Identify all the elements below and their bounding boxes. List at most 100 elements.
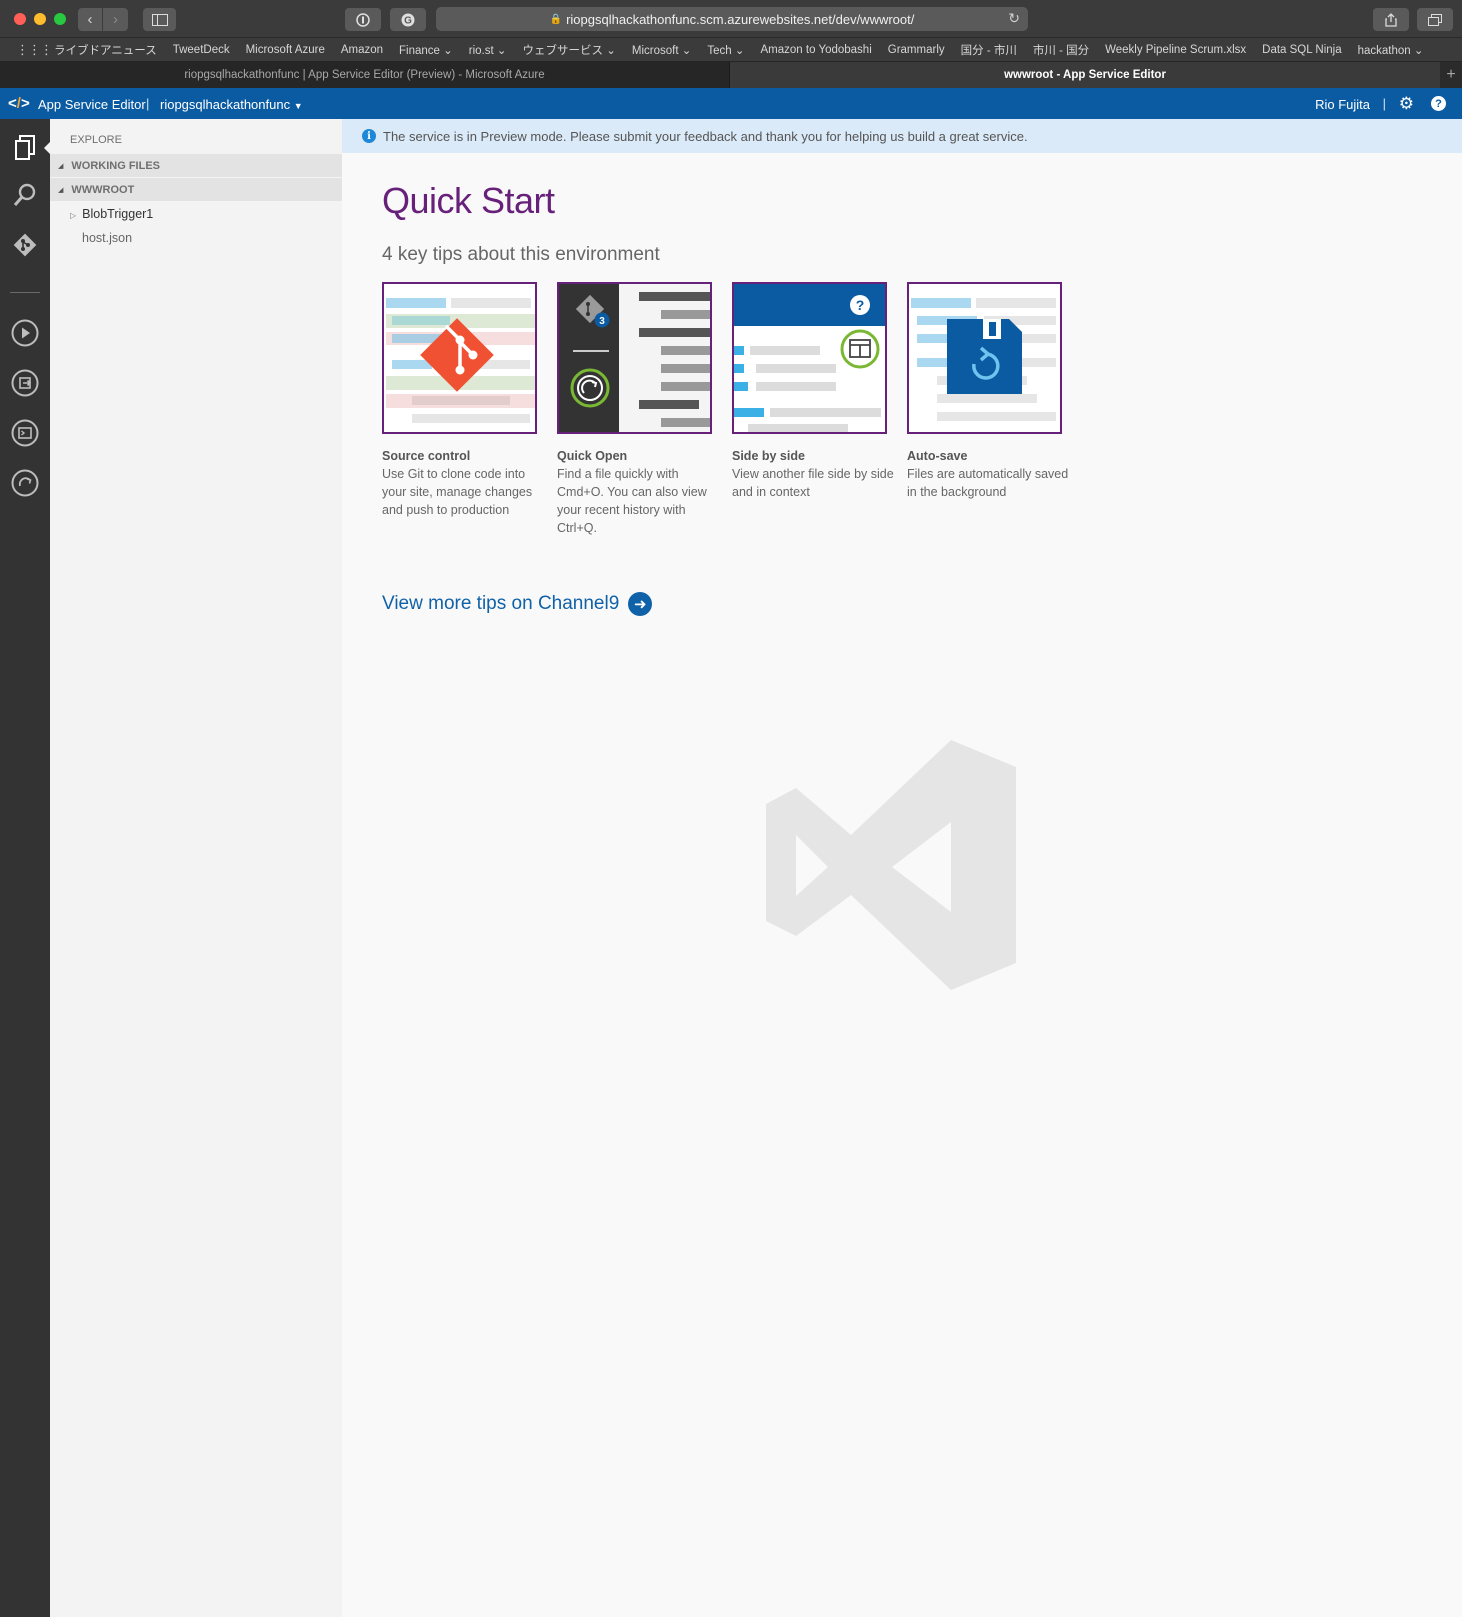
bookmark-item[interactable]: Finance ⌄: [399, 43, 453, 57]
source-control-illustration: [386, 298, 535, 423]
side-by-side-illustration: ?: [734, 284, 885, 432]
bookmark-item[interactable]: Microsoft Azure: [246, 44, 325, 56]
zoom-window-button[interactable]: [54, 13, 66, 25]
bookmark-item[interactable]: Grammarly: [888, 44, 945, 56]
help-icon[interactable]: ?: [1431, 96, 1446, 111]
tip-title: Quick Open: [557, 449, 628, 463]
header-divider-right: |: [1382, 96, 1386, 111]
grammarly-extension-button[interactable]: G: [390, 8, 426, 31]
share-icon: [1385, 12, 1397, 27]
tab-azure-portal[interactable]: riopgsqlhackathonfunc | App Service Edit…: [0, 62, 730, 88]
sidebar-toggle-button[interactable]: [143, 8, 176, 31]
tree-folder-blobtrigger1[interactable]: ▷ BlobTrigger1: [70, 207, 153, 221]
tip-title: Auto-save: [907, 449, 968, 463]
tab-app-service-editor[interactable]: wwwroot - App Service Editor: [730, 62, 1440, 88]
channel9-link-text: View more tips on Channel9: [382, 593, 620, 614]
info-icon: i: [362, 129, 376, 143]
reload-icon[interactable]: ↻: [1008, 10, 1020, 27]
header-divider: |: [146, 96, 150, 111]
bookmark-item[interactable]: TweetDeck: [173, 44, 230, 56]
bookmark-item[interactable]: rio.st ⌄: [469, 43, 507, 57]
tip-description: Use Git to clone code into your site, ma…: [382, 467, 533, 517]
bookmarks-bar: ⋮⋮⋮ ライブドアニュース TweetDeck Microsoft Azure Ama…: [0, 38, 1462, 62]
password-extension-button[interactable]: [345, 8, 381, 31]
tree-item-label: BlobTrigger1: [82, 207, 154, 221]
browser-tabbar: riopgsqlhackathonfunc | App Service Edit…: [0, 62, 1462, 88]
activity-divider: [10, 292, 40, 293]
grammarly-icon: G: [401, 13, 415, 26]
visual-studio-watermark-icon: [766, 740, 1016, 990]
wwwroot-section[interactable]: ◢ WWWROOT: [50, 178, 342, 201]
git-badge-count: 3: [599, 316, 605, 327]
bookmark-item[interactable]: Amazon to Yodobashi: [761, 44, 872, 56]
bookmark-item[interactable]: Microsoft ⌄: [632, 43, 691, 57]
tabs-overview-button[interactable]: [1417, 8, 1453, 31]
channel9-link[interactable]: View more tips on Channel9 ➜: [382, 592, 653, 616]
working-files-section[interactable]: ◢ WORKING FILES: [50, 154, 342, 177]
tip-tile-auto-save: [907, 282, 1062, 434]
app-header: </> App Service Editor | riopgsqlhackath…: [0, 88, 1462, 119]
sidebar-icon: [151, 13, 168, 26]
explore-heading: EXPLORE: [70, 134, 122, 146]
share-button[interactable]: [1373, 8, 1409, 31]
tip-caption-side-by-side: Side by side View another file side by s…: [732, 447, 902, 501]
expand-triangle-icon: ▷: [70, 211, 77, 220]
tip-tile-side-by-side: ?: [732, 282, 887, 434]
page-subtitle: 4 key tips about this environment: [382, 244, 660, 265]
collapse-triangle-icon: ◢: [58, 186, 64, 194]
working-files-label: WORKING FILES: [71, 159, 160, 172]
bookmark-item[interactable]: ウェブサービス ⌄: [523, 42, 616, 58]
quick-open-icon[interactable]: [10, 468, 40, 498]
bookmark-item[interactable]: hackathon ⌄: [1358, 43, 1424, 57]
password-manager-icon: [356, 12, 370, 27]
bookmark-item[interactable]: Tech ⌄: [707, 43, 744, 57]
svg-text:G: G: [404, 15, 412, 26]
new-tab-button[interactable]: +: [1440, 62, 1462, 88]
site-name: riopgsqlhackathonfunc: [160, 97, 291, 112]
app-title[interactable]: App Service Editor: [38, 97, 146, 112]
tip-title: Source control: [382, 449, 471, 463]
banner-text: The service is in Preview mode. Please s…: [383, 128, 1028, 144]
tip-title: Side by side: [732, 449, 805, 463]
address-bar[interactable]: 🔒 riopgsqlhackathonfunc.scm.azurewebsite…: [436, 7, 1028, 31]
url-text: riopgsqlhackathonfunc.scm.azurewebsites.…: [566, 11, 915, 27]
bookmark-item[interactable]: 国分 - 市川: [961, 42, 1017, 58]
page-title: Quick Start: [382, 180, 555, 221]
back-button[interactable]: ‹: [78, 8, 103, 31]
site-selector[interactable]: riopgsqlhackathonfunc ▼: [160, 97, 303, 112]
search-icon[interactable]: [10, 180, 40, 210]
tip-description: Files are automatically saved in the bac…: [907, 467, 1069, 499]
git-icon[interactable]: [10, 230, 40, 260]
preview-banner: i The service is in Preview mode. Please…: [342, 119, 1462, 153]
close-window-button[interactable]: [14, 13, 26, 25]
gear-icon[interactable]: ⚙: [1399, 94, 1414, 114]
caret-down-icon: ▼: [293, 101, 303, 111]
minimize-window-button[interactable]: [34, 13, 46, 25]
tip-caption-auto-save: Auto-save Files are automatically saved …: [907, 447, 1077, 501]
tip-description: View another file side by side and in co…: [732, 467, 894, 499]
browser-titlebar: ‹ › G 🔒 riopgsqlhackathonfunc.scm.azurew…: [0, 0, 1462, 38]
bookmark-item[interactable]: Weekly Pipeline Scrum.xlsx: [1105, 44, 1246, 56]
forward-button[interactable]: ›: [103, 8, 128, 31]
tip-tile-quick-open: 3: [557, 282, 712, 434]
tip-caption-quick-open: Quick Open Find a file quickly with Cmd+…: [557, 447, 727, 537]
bookmark-item[interactable]: Data SQL Ninja: [1262, 44, 1341, 56]
run-icon[interactable]: [10, 318, 40, 348]
explorer-icon[interactable]: [10, 133, 40, 163]
main-content: i The service is in Preview mode. Please…: [342, 119, 1462, 1617]
nav-buttons: ‹ ›: [78, 8, 128, 31]
tree-file-host-json[interactable]: host.json: [82, 231, 132, 245]
explorer-sidebar: EXPLORE ◢ WORKING FILES ◢ WWWROOT ▷ BlobTri…: [50, 119, 342, 1617]
tip-tile-source-control: [382, 282, 537, 434]
user-name[interactable]: Rio Fujita: [1315, 97, 1370, 112]
auto-save-illustration: [911, 298, 1056, 421]
console-icon[interactable]: [10, 418, 40, 448]
quick-open-illustration: 3: [559, 284, 710, 432]
bookmark-item[interactable]: Amazon: [341, 44, 383, 56]
app-logo-icon: </>: [8, 95, 30, 112]
activity-bar: [0, 119, 50, 1617]
publish-icon[interactable]: [10, 368, 40, 398]
bookmark-item[interactable]: 市川 - 国分: [1033, 42, 1089, 58]
apps-grid-icon[interactable]: ⋮⋮⋮: [16, 42, 53, 58]
bookmark-item[interactable]: ライブドアニュース: [54, 42, 157, 58]
